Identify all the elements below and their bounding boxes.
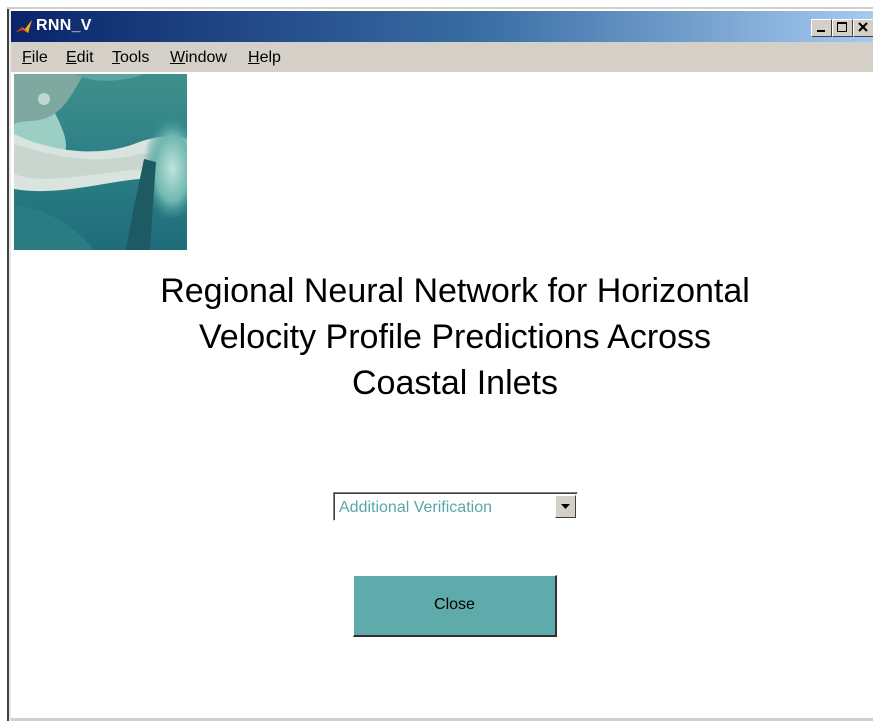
- menu-bar: File Edit Tools Window Help: [11, 42, 873, 72]
- maximize-button[interactable]: [832, 19, 853, 37]
- matlab-icon: [16, 20, 32, 33]
- minimize-icon: [817, 30, 825, 32]
- mode-select[interactable]: Additional Verification: [333, 492, 578, 521]
- title-bar[interactable]: RNN_V: [11, 11, 873, 42]
- minimize-button[interactable]: [811, 19, 832, 37]
- heading-line-3: Coastal Inlets: [352, 364, 558, 402]
- close-icon: [858, 22, 868, 32]
- close-window-button[interactable]: [853, 19, 873, 37]
- menu-edit[interactable]: Edit: [66, 49, 94, 67]
- chevron-down-icon: [561, 504, 570, 509]
- window-title: RNN_V: [36, 17, 92, 34]
- close-button[interactable]: Close: [353, 575, 557, 637]
- menu-file[interactable]: File: [22, 49, 48, 67]
- figure-content: Regional Neural Network for Horizontal V…: [11, 72, 873, 721]
- heading-line-2: Velocity Profile Predictions Across: [198, 318, 712, 356]
- app-heading: Regional Neural Network for Horizontal V…: [51, 268, 859, 406]
- coastal-inlet-image: [14, 74, 187, 250]
- heading-line-1: Regional Neural Network for Horizontal: [160, 272, 750, 310]
- menu-help[interactable]: Help: [248, 49, 281, 67]
- maximize-icon: [837, 22, 847, 32]
- mode-select-field: Additional Verification: [334, 493, 577, 520]
- menu-window[interactable]: Window: [170, 49, 227, 67]
- mode-select-arrow-button[interactable]: [555, 495, 576, 518]
- mode-select-value: Additional Verification: [339, 499, 492, 516]
- menu-tools[interactable]: Tools: [112, 49, 149, 67]
